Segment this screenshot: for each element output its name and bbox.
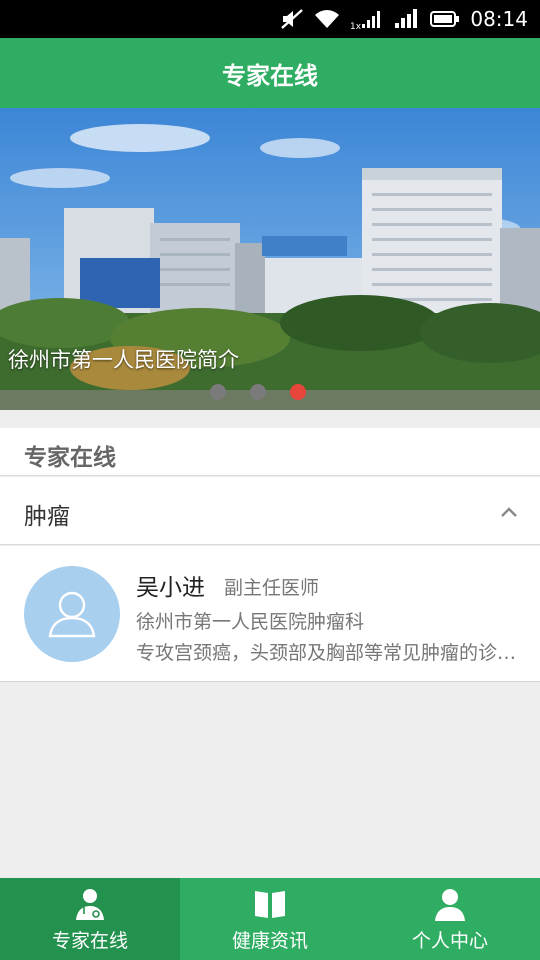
wifi-icon — [314, 9, 340, 29]
carousel-dot[interactable] — [210, 384, 226, 400]
avatar — [24, 566, 120, 662]
nav-item-expert-online[interactable]: 专家在线 — [0, 878, 180, 960]
page-title: 专家在线 — [222, 61, 318, 90]
section-header: 专家在线 — [0, 428, 540, 476]
status-time: 08:14 — [470, 7, 528, 31]
nav-label: 健康资讯 — [231, 930, 308, 952]
carousel-dot[interactable] — [250, 384, 266, 400]
battery-icon — [430, 9, 460, 29]
doctor-title: 副主任医师 — [224, 577, 320, 599]
doctor-hospital: 徐州市第一人民医院肿瘤科 — [136, 611, 365, 633]
doctor-icon — [72, 886, 108, 922]
signal-1x-icon: 1x — [350, 8, 384, 30]
category-row-tumor[interactable]: 肿瘤 — [0, 477, 540, 545]
category-label: 肿瘤 — [24, 504, 70, 530]
banner-carousel[interactable]: 徐州市第一人民医院简介 — [0, 108, 540, 410]
doctor-list-item[interactable]: 吴小进 副主任医师 徐州市第一人民医院肿瘤科 专攻宫颈癌，头颈部及胸部等常见肿瘤… — [0, 546, 540, 682]
book-icon — [252, 886, 288, 922]
banner-caption: 徐州市第一人民医院简介 — [8, 348, 239, 372]
nav-label: 专家在线 — [51, 930, 128, 952]
carousel-dot-active[interactable] — [290, 384, 306, 400]
status-bar: 1x 08:14 — [0, 0, 540, 38]
chevron-up-icon[interactable] — [500, 503, 518, 522]
app-header: 专家在线 — [0, 38, 540, 108]
mute-icon — [280, 8, 304, 30]
person-icon — [432, 886, 468, 922]
bottom-nav: 专家在线 健康资讯 个人中心 — [0, 878, 540, 960]
svg-text:1x: 1x — [350, 22, 362, 30]
nav-label: 个人中心 — [411, 930, 488, 952]
carousel-indicator — [210, 384, 306, 400]
doctor-description: 专攻宫颈癌，头颈部及胸部等常见肿瘤的诊断与治疗 — [136, 642, 530, 664]
section-title: 专家在线 — [24, 445, 116, 471]
status-icons: 1x 08:14 — [280, 0, 528, 38]
nav-item-personal-center[interactable]: 个人中心 — [360, 878, 540, 960]
signal-icon — [394, 8, 420, 30]
nav-item-health-news[interactable]: 健康资讯 — [180, 878, 360, 960]
user-placeholder-icon — [48, 591, 96, 638]
doctor-name: 吴小进 — [136, 575, 205, 601]
